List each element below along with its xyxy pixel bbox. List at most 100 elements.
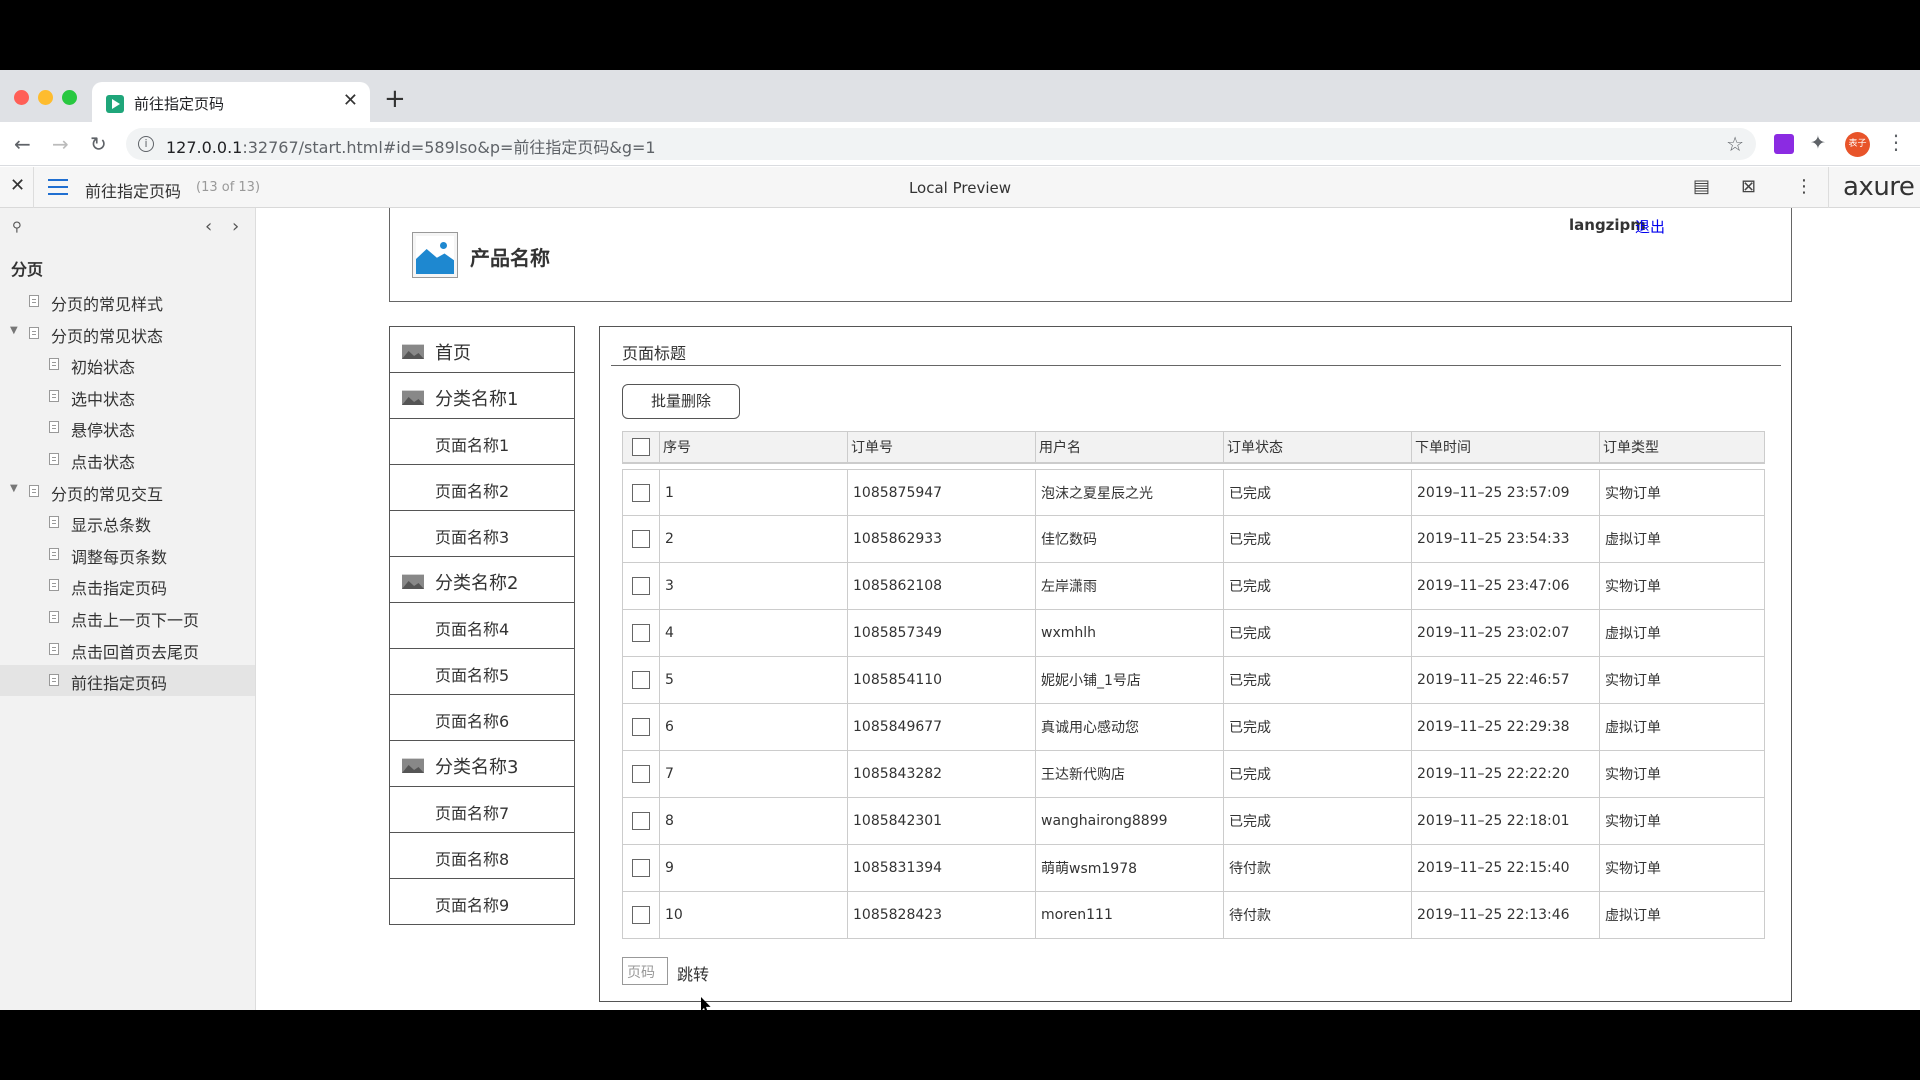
row-checkbox[interactable]: [632, 577, 650, 595]
previous-page-icon[interactable]: ‹: [205, 216, 212, 237]
nav-page-item[interactable]: 页面名称9: [389, 878, 575, 925]
sitemap-item-label: 初始状态: [71, 358, 136, 378]
inspect-icon[interactable]: ⊠: [1741, 176, 1756, 197]
page-icon: [49, 421, 59, 434]
sitemap-item[interactable]: 悬停状态: [0, 412, 255, 443]
nav-page-item[interactable]: 页面名称4: [389, 602, 575, 649]
nav-page-item[interactable]: 页面名称1: [389, 418, 575, 465]
url-text[interactable]: 127.0.0.1:32767/start.html#id=589lso&p=前…: [166, 134, 656, 158]
browser-menu-icon[interactable]: ⋮: [1886, 130, 1906, 154]
select-all-checkbox[interactable]: [632, 438, 650, 456]
table-cell: 1085831394: [848, 845, 1036, 892]
puzzle-extensions-icon[interactable]: ✦: [1810, 132, 1826, 154]
axure-logo: axure: [1843, 172, 1915, 202]
address-bar[interactable]: i 127.0.0.1:32767/start.html#id=589lso&p…: [126, 128, 1756, 160]
sitemap-item-label: 点击上一页下一页: [71, 611, 200, 630]
orders-table: 序号 订单号 用户名 订单状态 下单时间 订单类型 1 1085875947 泡沫之夏星辰之光…: [622, 431, 1765, 939]
row-checkbox[interactable]: [632, 859, 650, 877]
nav-page-item[interactable]: 页面名称8: [389, 832, 575, 879]
page-number-input[interactable]: 页码: [622, 957, 668, 985]
row-checkbox[interactable]: [632, 765, 650, 783]
more-options-icon[interactable]: ⋮: [1795, 176, 1813, 197]
table-row[interactable]: 4 1085857349 wxmhlh 已完成 2019–11–25 23:02:07 虚…: [622, 610, 1765, 657]
profile-avatar[interactable]: 表子: [1845, 132, 1870, 157]
sitemap-item[interactable]: 调整每页条数: [0, 539, 255, 570]
nav-category[interactable]: 分类名称1: [389, 372, 575, 419]
sitemap-item[interactable]: ▼ 分页的常见交互: [0, 476, 255, 507]
sitemap-item[interactable]: 点击回首页去尾页: [0, 634, 255, 665]
forward-icon[interactable]: →: [52, 132, 69, 156]
product-logo-image-icon: [412, 232, 458, 278]
row-checkbox[interactable]: [632, 906, 650, 924]
row-checkbox[interactable]: [632, 530, 650, 548]
nav-category[interactable]: 分类名称3: [389, 740, 575, 787]
table-cell: 实物订单: [1600, 657, 1765, 704]
logout-link[interactable]: 退出: [1635, 216, 1665, 237]
nav-label: 页面名称6: [435, 712, 510, 731]
row-checkbox[interactable]: [632, 671, 650, 689]
browser-toolbar: ← → ↻ i 127.0.0.1:32767/start.html#id=58…: [0, 122, 1920, 166]
row-checkbox[interactable]: [632, 718, 650, 736]
table-row[interactable]: 10 1085828423 moren111 待付款 2019–11–25 22:13:…: [622, 892, 1765, 939]
info-icon[interactable]: i: [138, 136, 154, 152]
maximize-window-button[interactable]: [62, 90, 77, 105]
nav-page-item[interactable]: 页面名称7: [389, 786, 575, 833]
next-page-icon[interactable]: ›: [232, 216, 239, 237]
browser-tab[interactable]: 前往指定页码 ✕: [92, 82, 370, 122]
table-cell: 待付款: [1224, 892, 1412, 939]
new-tab-button[interactable]: +: [384, 84, 406, 114]
image-icon: [402, 574, 424, 589]
sitemap-item[interactable]: 前往指定页码: [0, 665, 255, 697]
expand-arrow-icon[interactable]: ▼: [10, 325, 18, 336]
row-checkbox[interactable]: [632, 812, 650, 830]
bookmark-star-icon[interactable]: ☆: [1726, 132, 1744, 156]
table-cell: 1085849677: [848, 704, 1036, 751]
nav-label: 页面名称5: [435, 666, 510, 685]
nav-category[interactable]: 分类名称2: [389, 556, 575, 603]
jump-button[interactable]: 跳转: [677, 961, 709, 985]
extension-icon[interactable]: [1774, 134, 1794, 154]
nav-page-item[interactable]: 页面名称2: [389, 464, 575, 511]
sitemap-item[interactable]: 初始状态: [0, 349, 255, 380]
sitemap-item[interactable]: 点击状态: [0, 444, 255, 475]
tab-close-button[interactable]: ✕: [343, 90, 358, 111]
table-cell: 左岸潇雨: [1036, 563, 1224, 610]
table-cell: 1085842301: [848, 798, 1036, 845]
row-checkbox[interactable]: [632, 624, 650, 642]
sitemap-item[interactable]: 分页的常见样式: [0, 286, 255, 317]
notes-icon[interactable]: ▤: [1693, 176, 1710, 197]
page-icon: [49, 547, 59, 560]
minimize-window-button[interactable]: [38, 90, 53, 105]
expand-arrow-icon[interactable]: ▼: [10, 483, 18, 494]
search-icon[interactable]: ⚲: [12, 220, 22, 235]
back-icon[interactable]: ←: [14, 132, 31, 156]
nav-page-item[interactable]: 页面名称5: [389, 648, 575, 695]
page-icon: [29, 326, 39, 339]
table-cell: 2019–11–25 23:47:06: [1412, 563, 1600, 610]
nav-category[interactable]: 首页: [389, 326, 575, 373]
table-row[interactable]: 8 1085842301 wanghairong8899 已完成 2019–11–25 …: [622, 798, 1765, 845]
row-checkbox[interactable]: [632, 483, 650, 502]
header-select-all-cell: [622, 431, 660, 463]
close-window-button[interactable]: [14, 90, 29, 105]
table-row[interactable]: 2 1085862933 佳忆数码 已完成 2019–11–25 23:54:33 虚拟订…: [622, 516, 1765, 563]
table-row[interactable]: 3 1085862108 左岸潇雨 已完成 2019–11–25 23:47:06 实物订…: [622, 563, 1765, 610]
sitemap-item-label: 悬停状态: [71, 421, 136, 441]
table-row[interactable]: 6 1085849677 真诚用心感动您 已完成 2019–11–25 22:29:38…: [622, 704, 1765, 751]
table-cell: 虚拟订单: [1600, 892, 1765, 939]
table-row[interactable]: 7 1085843282 王达新代购店 已完成 2019–11–25 22:22:20 实…: [622, 751, 1765, 798]
reload-icon[interactable]: ↻: [90, 132, 107, 156]
nav-page-item[interactable]: 页面名称3: [389, 510, 575, 557]
table-row[interactable]: 1 1085875947 泡沫之夏星辰之光 已完成 2019–11–25 23:57:0…: [622, 469, 1765, 516]
sitemap-item[interactable]: ▼ 分页的常见状态: [0, 318, 255, 349]
sitemap-item[interactable]: 显示总条数: [0, 507, 255, 538]
row-select-cell: [622, 469, 660, 516]
sitemap-item[interactable]: 选中状态: [0, 381, 255, 412]
table-row[interactable]: 9 1085831394 萌萌wsm1978 待付款 2019–11–25 22:15:…: [622, 845, 1765, 892]
sitemap-item[interactable]: 点击指定页码: [0, 570, 255, 601]
nav-page-item[interactable]: 页面名称6: [389, 694, 575, 741]
table-row[interactable]: 5 1085854110 妮妮小铺_1号店 已完成 2019–11–25 22:46:5…: [622, 657, 1765, 704]
batch-delete-button[interactable]: 批量删除: [622, 384, 740, 419]
sitemap-item[interactable]: 点击上一页下一页: [0, 602, 255, 633]
table-cell: 1085875947: [848, 469, 1036, 516]
